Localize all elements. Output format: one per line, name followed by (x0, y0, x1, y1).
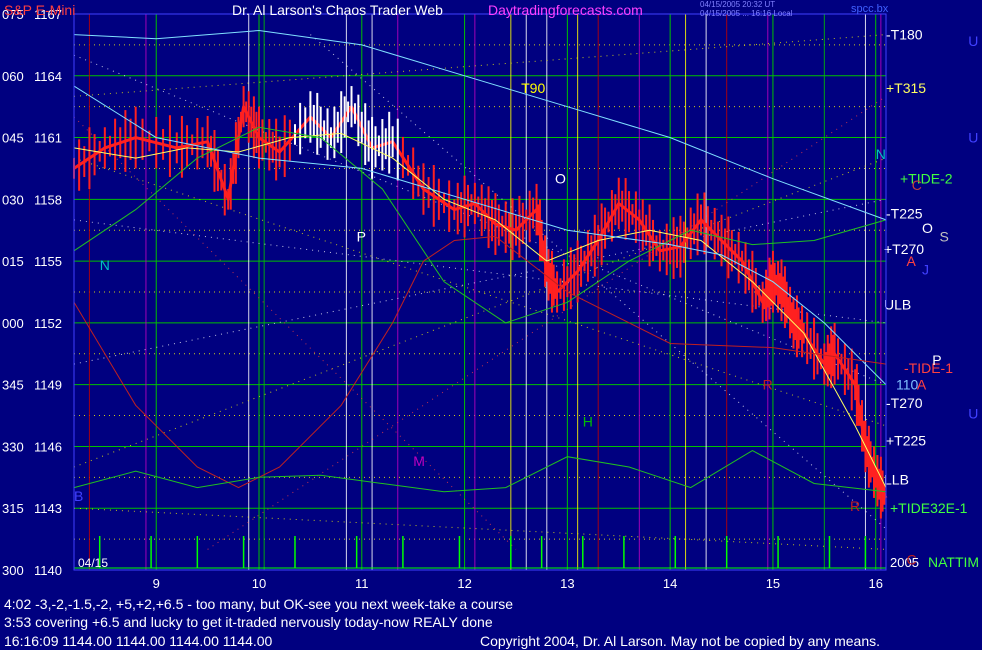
y-tick-angle: 060 (2, 69, 24, 84)
x-tick-label: 15 (766, 576, 780, 591)
cycle-letter: H (583, 414, 593, 430)
cycle-letter: C (907, 552, 917, 568)
cycle-letter: T90 (521, 80, 545, 96)
forecast-label: +T270 (884, 241, 924, 257)
forecast-label: +TIDE32E-1 (890, 500, 968, 516)
y-tick-price: 1152 (34, 316, 62, 331)
cycle-letter: U (968, 130, 978, 146)
y-tick-angle: 030 (2, 192, 24, 207)
cycle-letter: U (968, 33, 978, 49)
cycle-letter: C (912, 177, 922, 193)
timestamp-local: 04/15/2005 ... 16:16 Local (700, 9, 793, 18)
file-label: spcc.bx (851, 3, 889, 15)
cycle-letter: O (922, 220, 933, 236)
cycle-letter: R (763, 377, 773, 393)
forecast-label: 110 (896, 377, 919, 393)
forecast-label: -T225 (886, 206, 923, 222)
y-tick-angle: 015 (2, 254, 24, 269)
y-tick-price: 1161 (34, 131, 62, 146)
cycle-letter: O (555, 171, 566, 187)
forecast-label: +T315 (886, 80, 926, 96)
forecast-label: -T270 (886, 395, 923, 411)
trade-note-2: 3:53 covering +6.5 and lucky to get it-t… (4, 614, 493, 630)
cycle-letter: N (876, 146, 886, 162)
forecast-label: -TIDE-1 (904, 360, 953, 376)
cycle-letter: R (850, 498, 860, 514)
x-tick-label: 14 (663, 576, 677, 591)
y-tick-angle: 345 (2, 378, 24, 393)
y-tick-price: 1149 (34, 378, 62, 393)
y-tick-angle: 045 (2, 131, 24, 146)
cycle-letter: B (74, 488, 83, 504)
cycle-letter: J (922, 261, 929, 277)
cycle-letter: M (413, 453, 425, 469)
chaos-chart: 075 1167060 1164045 1161030 1158015 1155000 11… (0, 0, 982, 650)
chart-title: Dr. Al Larson's Chaos Trader Web (232, 2, 443, 18)
last-quote: 16:16:09 1144.00 1144.00 1144.00 1144.00 (4, 633, 273, 649)
cycle-letter: S (939, 228, 948, 244)
x-tick-label: 10 (252, 576, 266, 591)
y-tick-price: 1146 (34, 439, 62, 454)
cycle-letter: P (357, 228, 366, 244)
symbol-title: S&P E-Mini (4, 2, 76, 18)
y-tick-angle: 330 (2, 439, 24, 454)
cycle-letter: N (100, 257, 110, 273)
y-tick-angle: 315 (2, 501, 24, 516)
y-tick-price: 1164 (34, 69, 62, 84)
y-tick-price: 1158 (34, 192, 62, 207)
forecast-label: NATTIM (928, 554, 979, 570)
cycle-letter: A (917, 377, 927, 393)
x-tick-label: 11 (355, 576, 369, 591)
x-tick-label: 12 (457, 576, 471, 591)
y-tick-price: 1155 (34, 254, 62, 269)
x-tick-label: 9 (153, 576, 160, 591)
cycle-letter: U (968, 405, 978, 421)
y-tick-price: 1143 (34, 501, 62, 516)
y-tick-angle: 000 (2, 316, 24, 331)
y-tick-price: 1140 (34, 563, 62, 578)
x-tick-label: 16 (868, 576, 882, 591)
timestamp-utc: 04/15/2005 20:32 UT (700, 0, 776, 9)
x-tick-label: 13 (560, 576, 574, 591)
cycle-letter: P (932, 352, 941, 368)
site-link[interactable]: Daytradingforecasts.com (488, 3, 643, 17)
date-label: 04/15 (78, 556, 108, 570)
cycle-letter: A (907, 253, 917, 269)
forecast-label: ULB (884, 296, 911, 312)
forecast-label: LLB (884, 471, 909, 487)
y-tick-angle: 300 (2, 563, 24, 578)
copyright: Copyright 2004, Dr. Al Larson. May not b… (480, 633, 881, 649)
forecast-label: -T180 (886, 27, 923, 43)
forecast-label: +T225 (886, 432, 926, 448)
forecast-label: +TIDE-2 (900, 171, 953, 187)
trade-note-1: 4:02 -3,-2,-1.5,-2, +5,+2,+6.5 - too man… (4, 596, 514, 612)
